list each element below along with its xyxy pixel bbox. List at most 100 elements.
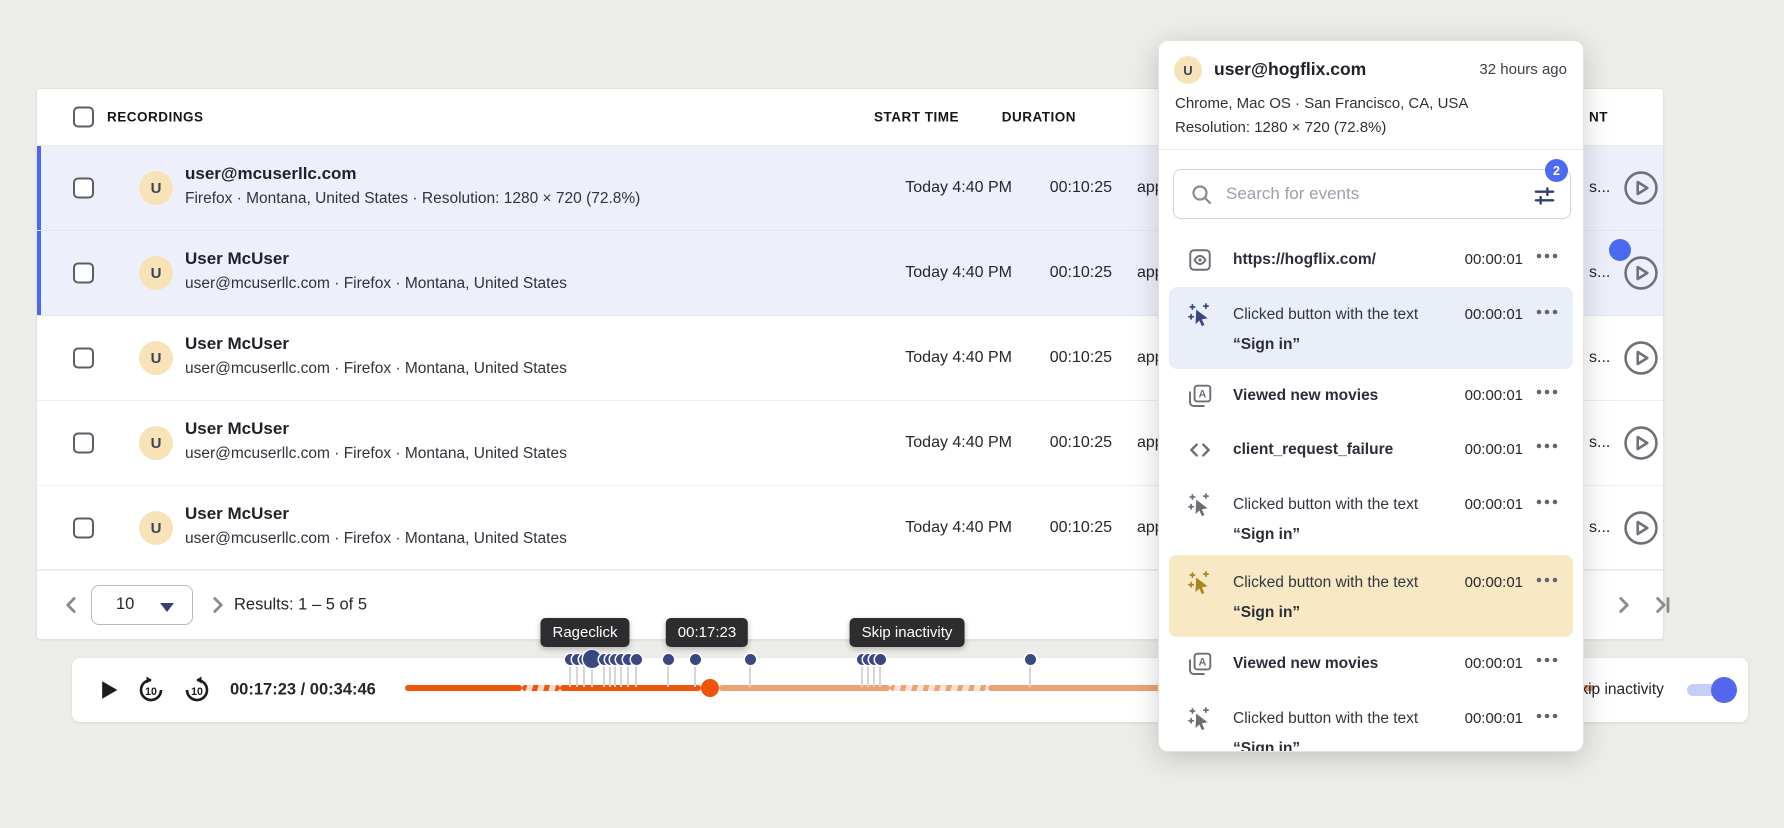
marker-stem [873, 664, 875, 687]
event-name: Clicked button with the text “Sign in” [1233, 704, 1433, 752]
skip-inactivity-toggle[interactable] [1687, 677, 1735, 703]
marker-stem [635, 664, 637, 687]
recording-meta: Firefox · Montana, United States · Resol… [185, 190, 640, 208]
event-marker[interactable] [745, 654, 756, 665]
results-count: Results: 1 – 5 of 5 [234, 595, 367, 614]
play-button[interactable] [94, 676, 122, 704]
event-name: Viewed new movies [1233, 649, 1433, 679]
row-play-button[interactable] [1623, 425, 1659, 461]
event-timestamp: 00:00:01 [1465, 383, 1523, 409]
session-replay-page: RECORDINGS START TIME DURATION NT Uuser@… [0, 0, 1784, 828]
divider [1159, 149, 1583, 150]
row-play-button[interactable] [1623, 510, 1659, 546]
svg-text:10: 10 [191, 686, 203, 698]
pageview-icon [1187, 247, 1213, 273]
event-name: https://hogflix.com/ [1233, 245, 1433, 275]
row-checkbox[interactable] [73, 263, 94, 284]
event-list-item[interactable]: Clicked button with the text “Sign in”00… [1169, 287, 1573, 369]
avatar: U [139, 511, 173, 545]
event-list-item[interactable]: A Viewed new movies 00:00:01 [1169, 369, 1573, 423]
recording-person-title: User McUser [185, 334, 289, 354]
marker-stem [614, 664, 616, 687]
more-options-icon[interactable] [1535, 490, 1559, 525]
pagination-next-right-icon[interactable] [1611, 592, 1637, 618]
pagination-next-icon[interactable] [205, 592, 231, 618]
more-options-icon[interactable] [1535, 704, 1559, 739]
resolution-meta: Resolution: 1280 × 720 (72.8%) [1175, 119, 1386, 136]
row-checkbox[interactable] [73, 518, 94, 539]
caret-down-icon [160, 603, 174, 612]
search-icon [1190, 183, 1214, 207]
event-name: Clicked button with the text “Sign in” [1233, 568, 1433, 628]
more-options-icon[interactable] [1535, 648, 1559, 681]
row-checkbox[interactable] [73, 433, 94, 454]
more-options-icon[interactable] [1535, 380, 1559, 413]
event-marker[interactable] [663, 654, 674, 665]
pagination-last-icon[interactable] [1649, 592, 1675, 618]
svg-text:A: A [1198, 389, 1206, 401]
marker-stem [861, 664, 863, 687]
forward-10-button[interactable]: 10 [182, 675, 212, 705]
device-location-meta: Chrome, Mac OS · San Francisco, CA, USA [1175, 95, 1468, 112]
recording-person-title: User McUser [185, 504, 289, 524]
column-header-truncated: NT [1589, 110, 1608, 125]
marker-stem [620, 664, 622, 687]
marker-stem [609, 664, 611, 687]
marker-stem [867, 664, 869, 687]
row-checkbox[interactable] [73, 178, 94, 199]
row-checkbox[interactable] [73, 348, 94, 369]
event-timestamp: 00:00:01 [1465, 247, 1523, 273]
pagination-prev-icon[interactable] [59, 592, 85, 618]
svg-text:10: 10 [145, 686, 157, 698]
event-list-item[interactable]: A Viewed new movies 00:00:01 [1169, 637, 1573, 691]
recording-person-title: User McUser [185, 419, 289, 439]
duration-cell: 00:10:25 [977, 434, 1112, 452]
event-timestamp: 00:00:01 [1465, 704, 1523, 734]
event-list-item[interactable]: Clicked button with the text “Sign in”00… [1169, 555, 1573, 637]
event-marker[interactable] [690, 654, 701, 665]
search-input[interactable] [1226, 170, 1526, 218]
avatar: U [1174, 56, 1202, 84]
playback-time: 00:17:23 / 00:34:46 [230, 681, 376, 700]
event-timestamp: 00:00:01 [1465, 651, 1523, 677]
recording-age: 32 hours ago [1479, 61, 1567, 78]
event-icon [1187, 437, 1213, 463]
action-icon: A [1187, 651, 1213, 677]
more-options-icon[interactable] [1535, 244, 1559, 277]
event-list-item[interactable]: Clicked button with the text “Sign in” 00… [1169, 691, 1573, 752]
more-options-icon[interactable] [1535, 434, 1559, 467]
more-options-icon[interactable] [1535, 300, 1559, 335]
event-timestamp: 00:00:01 [1465, 437, 1523, 463]
truncated-cell: s... [1589, 349, 1610, 367]
event-list-item[interactable]: https://hogflix.com/00:00:01 [1169, 233, 1573, 287]
rewind-10-button[interactable]: 10 [136, 675, 166, 705]
event-marker[interactable] [1025, 654, 1036, 665]
row-play-button[interactable] [1623, 255, 1659, 291]
svg-text:A: A [1198, 657, 1206, 669]
event-marker[interactable] [631, 654, 642, 665]
event-marker[interactable] [875, 654, 886, 665]
duration-cell: 00:10:25 [977, 264, 1112, 282]
page-size-value: 10 [116, 595, 134, 614]
timeline-segment-future [719, 685, 890, 691]
truncated-cell: s... [1589, 434, 1610, 452]
action-icon: A [1187, 383, 1213, 409]
playhead[interactable] [701, 679, 719, 697]
event-name: Viewed new movies [1233, 381, 1433, 411]
avatar: U [139, 426, 173, 460]
autocapture-icon [1187, 492, 1213, 518]
filter-settings-icon[interactable] [1533, 184, 1556, 207]
timeline-segment-played [560, 685, 701, 691]
more-options-icon[interactable] [1535, 568, 1559, 603]
event-list-item[interactable]: client_request_failure00:00:01 [1169, 423, 1573, 477]
event-name: Clicked button with the text “Sign in” [1233, 300, 1433, 360]
toggle-knob [1711, 677, 1737, 703]
row-play-button[interactable] [1623, 340, 1659, 376]
row-play-button[interactable] [1623, 170, 1659, 206]
recording-person-title: user@mcuserllc.com [185, 164, 357, 184]
avatar: U [139, 341, 173, 375]
autocapture-icon [1187, 570, 1213, 596]
select-all-checkbox[interactable] [73, 107, 94, 128]
event-list-item[interactable]: Clicked button with the text “Sign in”00… [1169, 477, 1573, 555]
page-size-select[interactable]: 10 [91, 585, 193, 625]
